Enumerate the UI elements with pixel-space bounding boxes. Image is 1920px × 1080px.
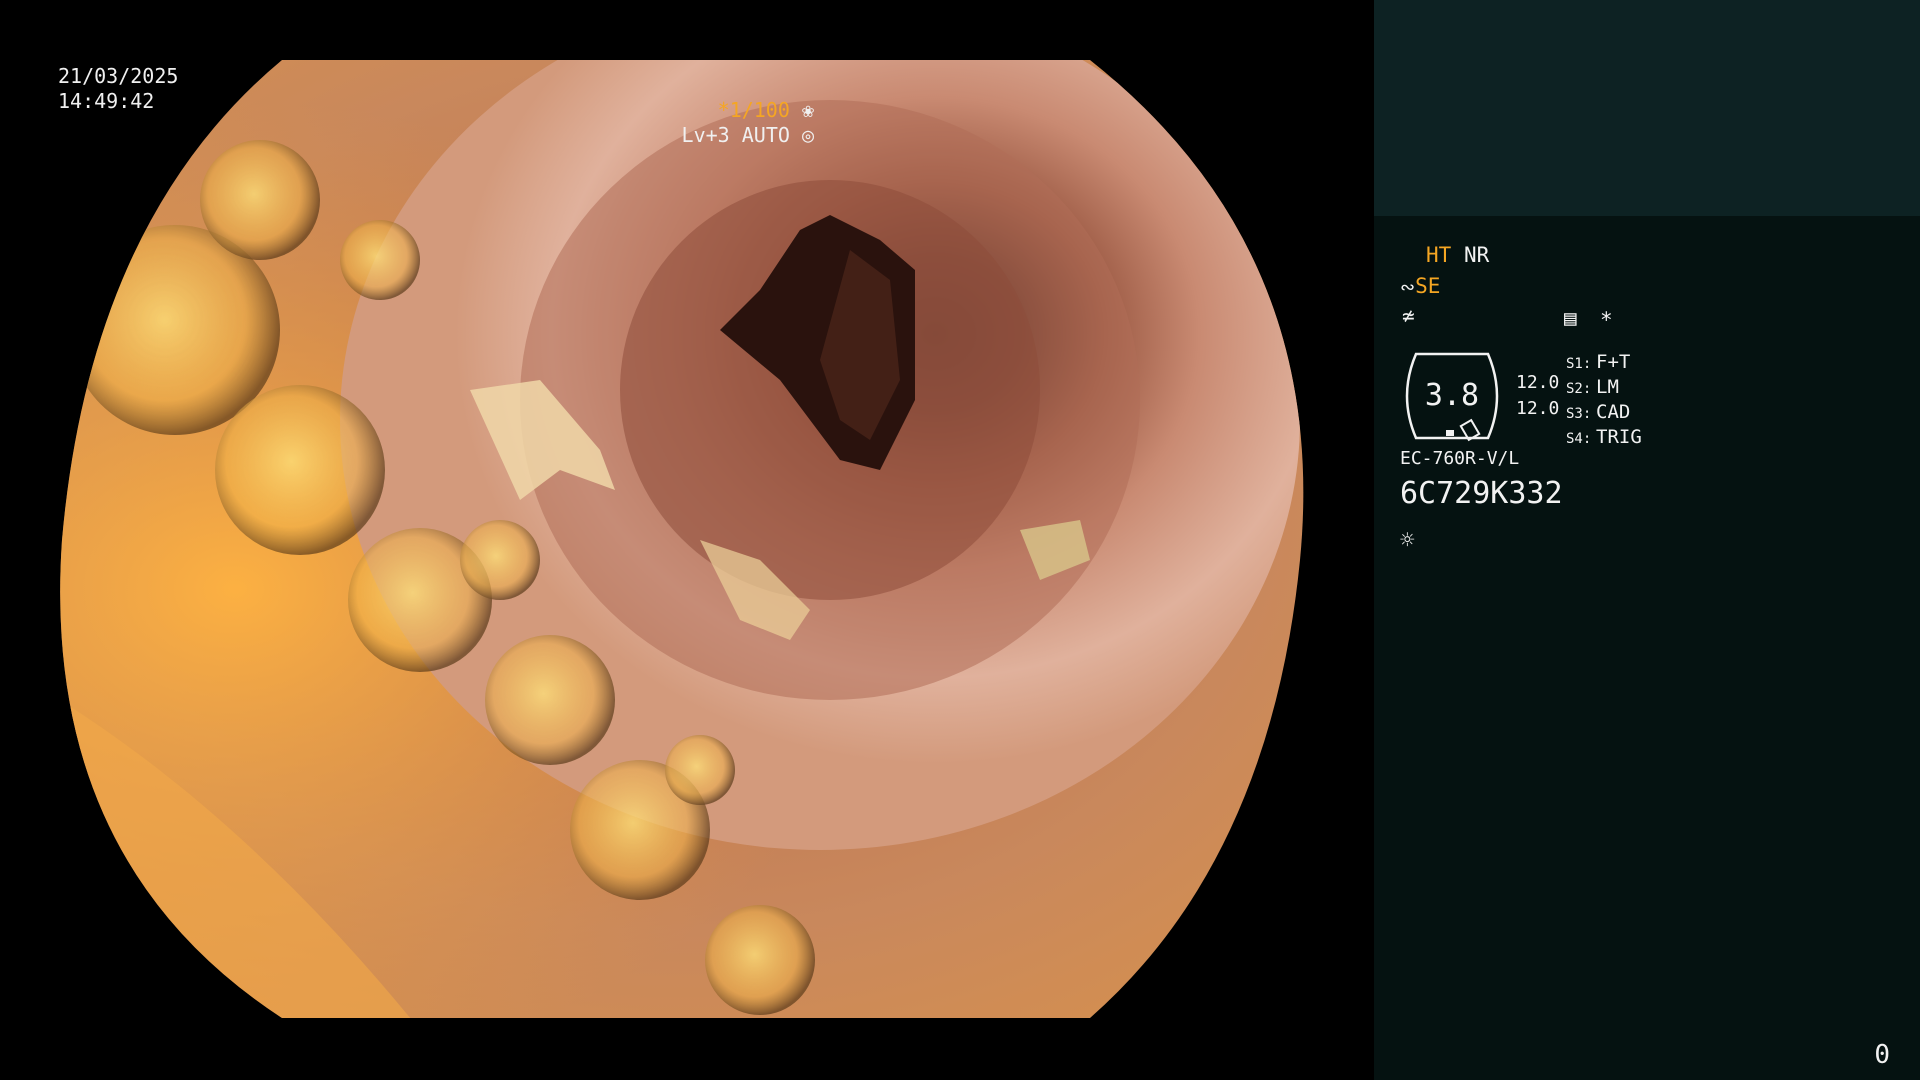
shutter-info: *1/100 ❀ Lv+3 AUTO ◎: [682, 98, 814, 148]
setting-row: S4: TRIG: [1566, 426, 1642, 448]
page-number: 0: [1874, 1040, 1890, 1070]
setting-row: S1: F+T: [1566, 351, 1631, 373]
document-icon: ▤: [1564, 306, 1577, 330]
setting-row: S3: CAD: [1566, 401, 1631, 423]
nr-label: NR: [1463, 243, 1490, 267]
iris-icon: ◎: [801, 123, 814, 147]
se-label: SE: [1415, 274, 1441, 298]
value-a: 12.0: [1516, 372, 1560, 393]
panel-header: [1374, 0, 1920, 216]
status-panel: HT NR ∾SE ≄ ▤ * 3.8 12.0 12.0 S1: F+T S2:…: [1374, 216, 1920, 1080]
se-row: ∾SE: [1400, 274, 1440, 298]
mode-row: HT NR: [1426, 243, 1489, 267]
gauge-value: 3.8: [1425, 378, 1479, 413]
level-gauge: 3.8: [1405, 352, 1499, 442]
scope-settings: S1: F+T S2: LM S3: CAD S4: TRIG: [1566, 350, 1642, 450]
level-label: Lv+3 AUTO: [681, 123, 790, 147]
zoom-icon: ≄: [1402, 304, 1415, 328]
shutter-prefix: *: [717, 98, 730, 122]
endoscope-viewer: 21/03/2025 14:49:42 *1/100 ❀ Lv+3 AUTO ◎: [0, 0, 1374, 1080]
scope-serial: 6C729K332: [1400, 476, 1563, 511]
date: 21/03/2025: [58, 64, 179, 88]
ht-label: HT: [1426, 243, 1452, 267]
shutter-value: 1/100: [729, 98, 790, 122]
endoscopic-image: [60, 60, 1304, 1018]
setting-row: S2: LM: [1566, 376, 1619, 398]
light-icon: ☼: [1400, 526, 1415, 554]
value-b: 12.0: [1516, 398, 1560, 419]
scope-model: EC-760R-V/L: [1400, 448, 1520, 469]
waterjet-icon: ∾: [1400, 277, 1416, 298]
aperture-icon: ❀: [801, 98, 814, 122]
star-label: *: [1600, 308, 1613, 332]
datetime: 21/03/2025 14:49:42: [58, 64, 178, 114]
time: 14:49:42: [58, 89, 155, 113]
